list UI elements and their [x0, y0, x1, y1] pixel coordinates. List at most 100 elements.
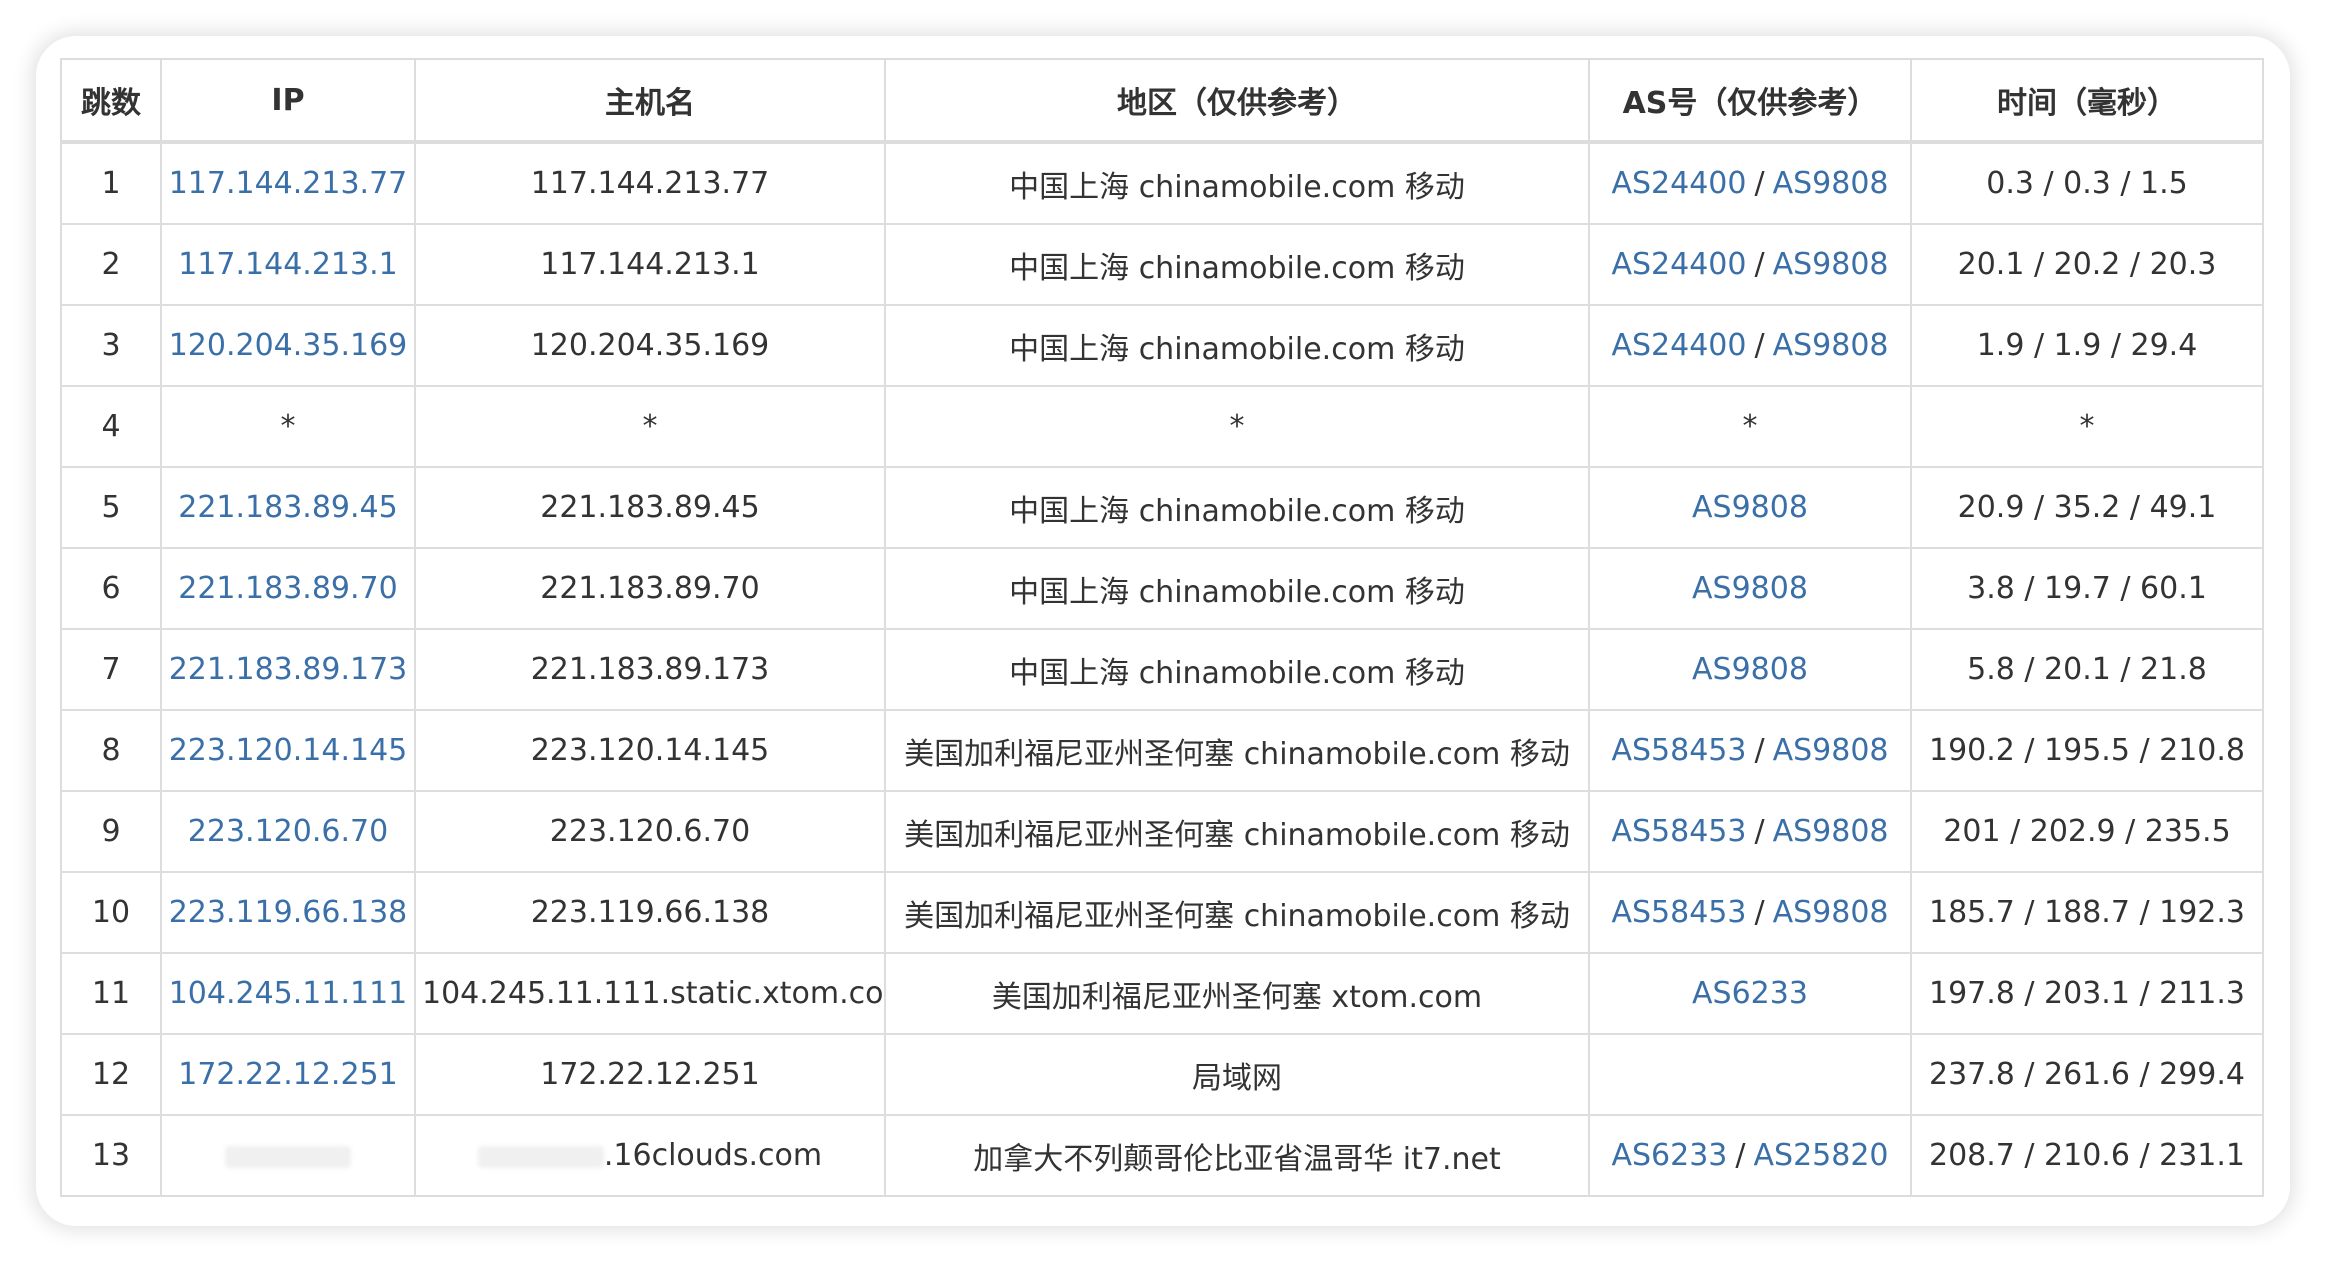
- asn-link[interactable]: AS6233: [1692, 976, 1808, 1011]
- region-cell: 中国上海 chinamobile.com 移动: [884, 628, 1590, 711]
- asn-link[interactable]: AS9808: [1773, 328, 1889, 363]
- asn-cell: [1588, 1033, 1912, 1116]
- table-row: 13.16clouds.com 加拿大不列颠哥伦比亚省温哥华 it7.net AS6…: [60, 1114, 2264, 1197]
- hostname-cell: *: [414, 385, 886, 468]
- hop-cell: 1: [60, 141, 162, 225]
- table-row: 8 223.120.14.145 223.120.14.145 美国加利福尼亚州圣何塞…: [60, 709, 2264, 792]
- asn-separator: /: [1754, 814, 1765, 849]
- asn-link[interactable]: AS9808: [1692, 571, 1808, 606]
- asn-link[interactable]: AS9808: [1773, 814, 1889, 849]
- region-cell: 中国上海 chinamobile.com 移动: [884, 547, 1590, 630]
- asn-cell: AS24400/AS9808: [1588, 141, 1912, 225]
- asn-link[interactable]: AS24400: [1611, 247, 1746, 282]
- time-cell: 0.3 / 0.3 / 1.5: [1910, 141, 2264, 225]
- asn-link[interactable]: AS25820: [1754, 1138, 1889, 1173]
- region-cell: 美国加利福尼亚州圣何塞 chinamobile.com 移动: [884, 790, 1590, 873]
- asn-link[interactable]: AS58453: [1611, 814, 1746, 849]
- ip-link[interactable]: 221.183.89.45: [178, 490, 397, 525]
- asn-separator: /: [1754, 895, 1765, 930]
- hop-cell: 8: [60, 709, 162, 792]
- table-body: 1 117.144.213.77 117.144.213.77 中国上海 chinam…: [60, 141, 2264, 1197]
- ip-cell: [160, 1114, 416, 1197]
- ip-link[interactable]: 172.22.12.251: [178, 1057, 397, 1092]
- ip-link[interactable]: 223.120.6.70: [188, 814, 388, 849]
- table-row: 10 223.119.66.138 223.119.66.138 美国加利福尼亚州圣何…: [60, 871, 2264, 954]
- ip-cell: 221.183.89.70: [160, 547, 416, 630]
- table-row: 3 120.204.35.169 120.204.35.169 中国上海 chinam…: [60, 304, 2264, 387]
- ip-cell: 221.183.89.173: [160, 628, 416, 711]
- asn-link[interactable]: AS9808: [1773, 247, 1889, 282]
- table-row: 12 172.22.12.251 172.22.12.251 局域网 237.8 / 2…: [60, 1033, 2264, 1116]
- ip-cell: 223.120.6.70: [160, 790, 416, 873]
- ip-cell: 104.245.11.111: [160, 952, 416, 1035]
- asn-separator: /: [1754, 166, 1765, 201]
- hostname-cell: 221.183.89.45: [414, 466, 886, 549]
- time-cell: 3.8 / 19.7 / 60.1: [1910, 547, 2264, 630]
- time-cell: 185.7 / 188.7 / 192.3: [1910, 871, 2264, 954]
- header-time: 时间（毫秒）: [1910, 58, 2264, 144]
- asn-link[interactable]: AS9808: [1692, 490, 1808, 525]
- asn-cell: AS24400/AS9808: [1588, 223, 1912, 306]
- asn-link[interactable]: AS9808: [1773, 895, 1889, 930]
- ip-link[interactable]: 221.183.89.173: [169, 652, 408, 687]
- hop-cell: 2: [60, 223, 162, 306]
- ip-link[interactable]: 117.144.213.77: [169, 166, 408, 201]
- asn-cell: AS9808: [1588, 547, 1912, 630]
- hostname-cell: 172.22.12.251: [414, 1033, 886, 1116]
- redacted-hostname-prefix: [477, 1145, 604, 1168]
- asn-cell: AS9808: [1588, 628, 1912, 711]
- hop-cell: 12: [60, 1033, 162, 1116]
- time-cell: 237.8 / 261.6 / 299.4: [1910, 1033, 2264, 1116]
- asn-cell: *: [1588, 385, 1912, 468]
- hostname-cell: 117.144.213.1: [414, 223, 886, 306]
- time-cell: 197.8 / 203.1 / 211.3: [1910, 952, 2264, 1035]
- asn-link[interactable]: AS58453: [1611, 733, 1746, 768]
- ip-cell: 223.120.14.145: [160, 709, 416, 792]
- hop-cell: 7: [60, 628, 162, 711]
- hostname-cell: .16clouds.com: [414, 1114, 886, 1197]
- table-row: 4 * * * * *: [60, 385, 2264, 468]
- hop-cell: 4: [60, 385, 162, 468]
- ip-cell: *: [160, 385, 416, 468]
- region-cell: 中国上海 chinamobile.com 移动: [884, 223, 1590, 306]
- traceroute-card: 跳数 IP 主机名 地区（仅供参考） AS号（仅供参考） 时间（毫秒） 1 117…: [36, 36, 2290, 1226]
- ip-link[interactable]: 120.204.35.169: [169, 328, 408, 363]
- asn-link[interactable]: AS58453: [1611, 895, 1746, 930]
- asn-link[interactable]: AS9808: [1773, 166, 1889, 201]
- ip-link[interactable]: 221.183.89.70: [178, 571, 397, 606]
- region-cell: 中国上海 chinamobile.com 移动: [884, 141, 1590, 225]
- table-row: 11 104.245.11.111 104.245.11.111.static.xt…: [60, 952, 2264, 1035]
- asn-link[interactable]: AS9808: [1773, 733, 1889, 768]
- hostname-cell: 223.120.6.70: [414, 790, 886, 873]
- region-cell: 美国加利福尼亚州圣何塞 chinamobile.com 移动: [884, 871, 1590, 954]
- time-cell: 190.2 / 195.5 / 210.8: [1910, 709, 2264, 792]
- table-row: 5 221.183.89.45 221.183.89.45 中国上海 chinamob…: [60, 466, 2264, 549]
- time-cell: *: [1910, 385, 2264, 468]
- hop-cell: 6: [60, 547, 162, 630]
- hostname-cell: 221.183.89.173: [414, 628, 886, 711]
- asn-link[interactable]: AS9808: [1692, 652, 1808, 687]
- hostname-cell: 104.245.11.111.static.xtom.com: [414, 952, 886, 1035]
- redacted-ip: [225, 1145, 351, 1168]
- region-cell: 局域网: [884, 1033, 1590, 1116]
- asn-cell: AS24400/AS9808: [1588, 304, 1912, 387]
- hostname-cell: 120.204.35.169: [414, 304, 886, 387]
- asn-link[interactable]: AS24400: [1611, 328, 1746, 363]
- ip-link[interactable]: 223.119.66.138: [169, 895, 408, 930]
- header-ip: IP: [160, 58, 416, 144]
- asn-link[interactable]: AS6233: [1611, 1138, 1727, 1173]
- ip-cell: 172.22.12.251: [160, 1033, 416, 1116]
- hostname-cell: 223.120.14.145: [414, 709, 886, 792]
- asn-cell: AS58453/AS9808: [1588, 871, 1912, 954]
- hop-cell: 10: [60, 871, 162, 954]
- ip-link[interactable]: 117.144.213.1: [178, 247, 397, 282]
- ip-link[interactable]: 104.245.11.111: [169, 976, 408, 1011]
- time-cell: 5.8 / 20.1 / 21.8: [1910, 628, 2264, 711]
- asn-cell: AS58453/AS9808: [1588, 790, 1912, 873]
- header-asn: AS号（仅供参考）: [1588, 58, 1912, 144]
- ip-link[interactable]: 223.120.14.145: [169, 733, 408, 768]
- asn-link[interactable]: AS24400: [1611, 166, 1746, 201]
- asn-cell: AS58453/AS9808: [1588, 709, 1912, 792]
- asn-separator: /: [1754, 328, 1765, 363]
- time-cell: 20.9 / 35.2 / 49.1: [1910, 466, 2264, 549]
